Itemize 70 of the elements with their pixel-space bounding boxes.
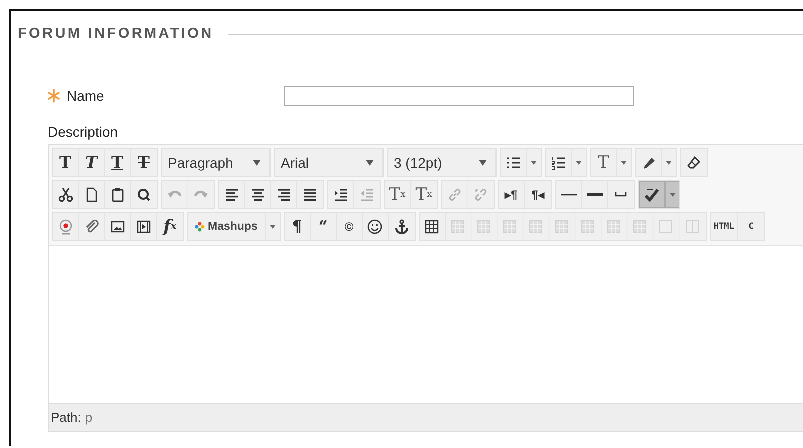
spellcheck-icon xyxy=(644,186,660,202)
space-icon xyxy=(615,192,627,197)
film-icon xyxy=(136,218,152,234)
link-icon xyxy=(446,186,462,202)
clipboard-icon xyxy=(110,186,126,202)
table-cell-icon xyxy=(580,218,596,234)
table-cell-icon xyxy=(528,218,544,234)
toolbar-button[interactable]: T xyxy=(105,149,131,176)
search-icon xyxy=(136,186,152,202)
table-icon xyxy=(424,218,440,234)
paperclip-icon xyxy=(84,218,100,234)
table-cell-icon xyxy=(476,218,492,234)
name-input-field[interactable] xyxy=(284,86,634,106)
outdent-icon xyxy=(359,186,375,202)
numbered-list-icon xyxy=(550,154,566,170)
name-label: Name xyxy=(67,88,104,104)
caret-icon xyxy=(666,160,672,164)
dropdown[interactable]: 3 (12pt) xyxy=(388,149,496,176)
section-title: FORUM INFORMATION xyxy=(18,26,214,42)
table-cell-icon xyxy=(632,218,648,234)
path-label: Path: xyxy=(51,410,82,425)
webcam-icon xyxy=(58,218,74,234)
dropdown[interactable]: Arial xyxy=(275,149,383,176)
scissors-icon xyxy=(58,186,74,202)
align-left-icon xyxy=(224,186,240,202)
caret-icon xyxy=(531,160,537,164)
toolbar-button[interactable]: T xyxy=(591,149,617,176)
indent-icon xyxy=(332,186,348,202)
toolbar-button[interactable]: T xyxy=(79,149,105,176)
square-icon xyxy=(658,218,674,234)
toolbar-button[interactable]: © xyxy=(336,213,363,240)
caret-icon xyxy=(253,160,261,166)
toolbar-button[interactable]: T xyxy=(53,149,79,176)
align-center-icon xyxy=(250,186,266,202)
table-cell-icon xyxy=(554,218,570,234)
dots-icon xyxy=(195,222,205,232)
path-value: p xyxy=(85,410,93,425)
split-cells-icon xyxy=(684,218,701,234)
dropdown-arrow-button[interactable] xyxy=(665,181,679,208)
caret-icon xyxy=(366,160,374,166)
eraser-icon xyxy=(686,154,702,170)
toolbar-button[interactable]: T$^{x}$ xyxy=(385,181,411,208)
toolbar-button[interactable]: ¶ xyxy=(284,213,311,240)
table-cell-icon xyxy=(502,218,518,234)
caret-icon xyxy=(670,192,676,196)
bullet-list-icon xyxy=(506,154,522,170)
line-icon xyxy=(560,192,576,196)
unlink-icon xyxy=(473,186,489,202)
toolbar-button[interactable]: HTML xyxy=(710,213,738,240)
smiley-icon xyxy=(367,218,384,234)
caret-icon xyxy=(479,160,487,166)
toolbar-button[interactable] xyxy=(639,181,665,208)
dropdown[interactable]: Paragraph xyxy=(162,149,270,176)
caret-icon xyxy=(621,160,627,164)
toolbar-button[interactable]: ¶◂ xyxy=(525,181,551,208)
align-justify-icon xyxy=(302,186,318,202)
thick-line-icon xyxy=(586,192,602,196)
toolbar-button[interactable]: C xyxy=(738,213,764,240)
anchor-icon xyxy=(394,218,410,234)
caret-icon xyxy=(270,224,276,228)
table-cell-icon xyxy=(450,218,466,234)
toolbar-button[interactable]: T xyxy=(131,149,157,176)
align-right-icon xyxy=(276,186,292,202)
image-icon xyxy=(110,218,126,234)
description-label: Description xyxy=(48,124,120,140)
toolbar-button[interactable]: ▸¶ xyxy=(499,181,525,208)
mashups-button[interactable]: Mashups xyxy=(188,213,266,240)
toolbar-button[interactable]: “ xyxy=(310,213,337,240)
table-cell-icon xyxy=(606,218,622,234)
caret-icon xyxy=(576,160,582,164)
